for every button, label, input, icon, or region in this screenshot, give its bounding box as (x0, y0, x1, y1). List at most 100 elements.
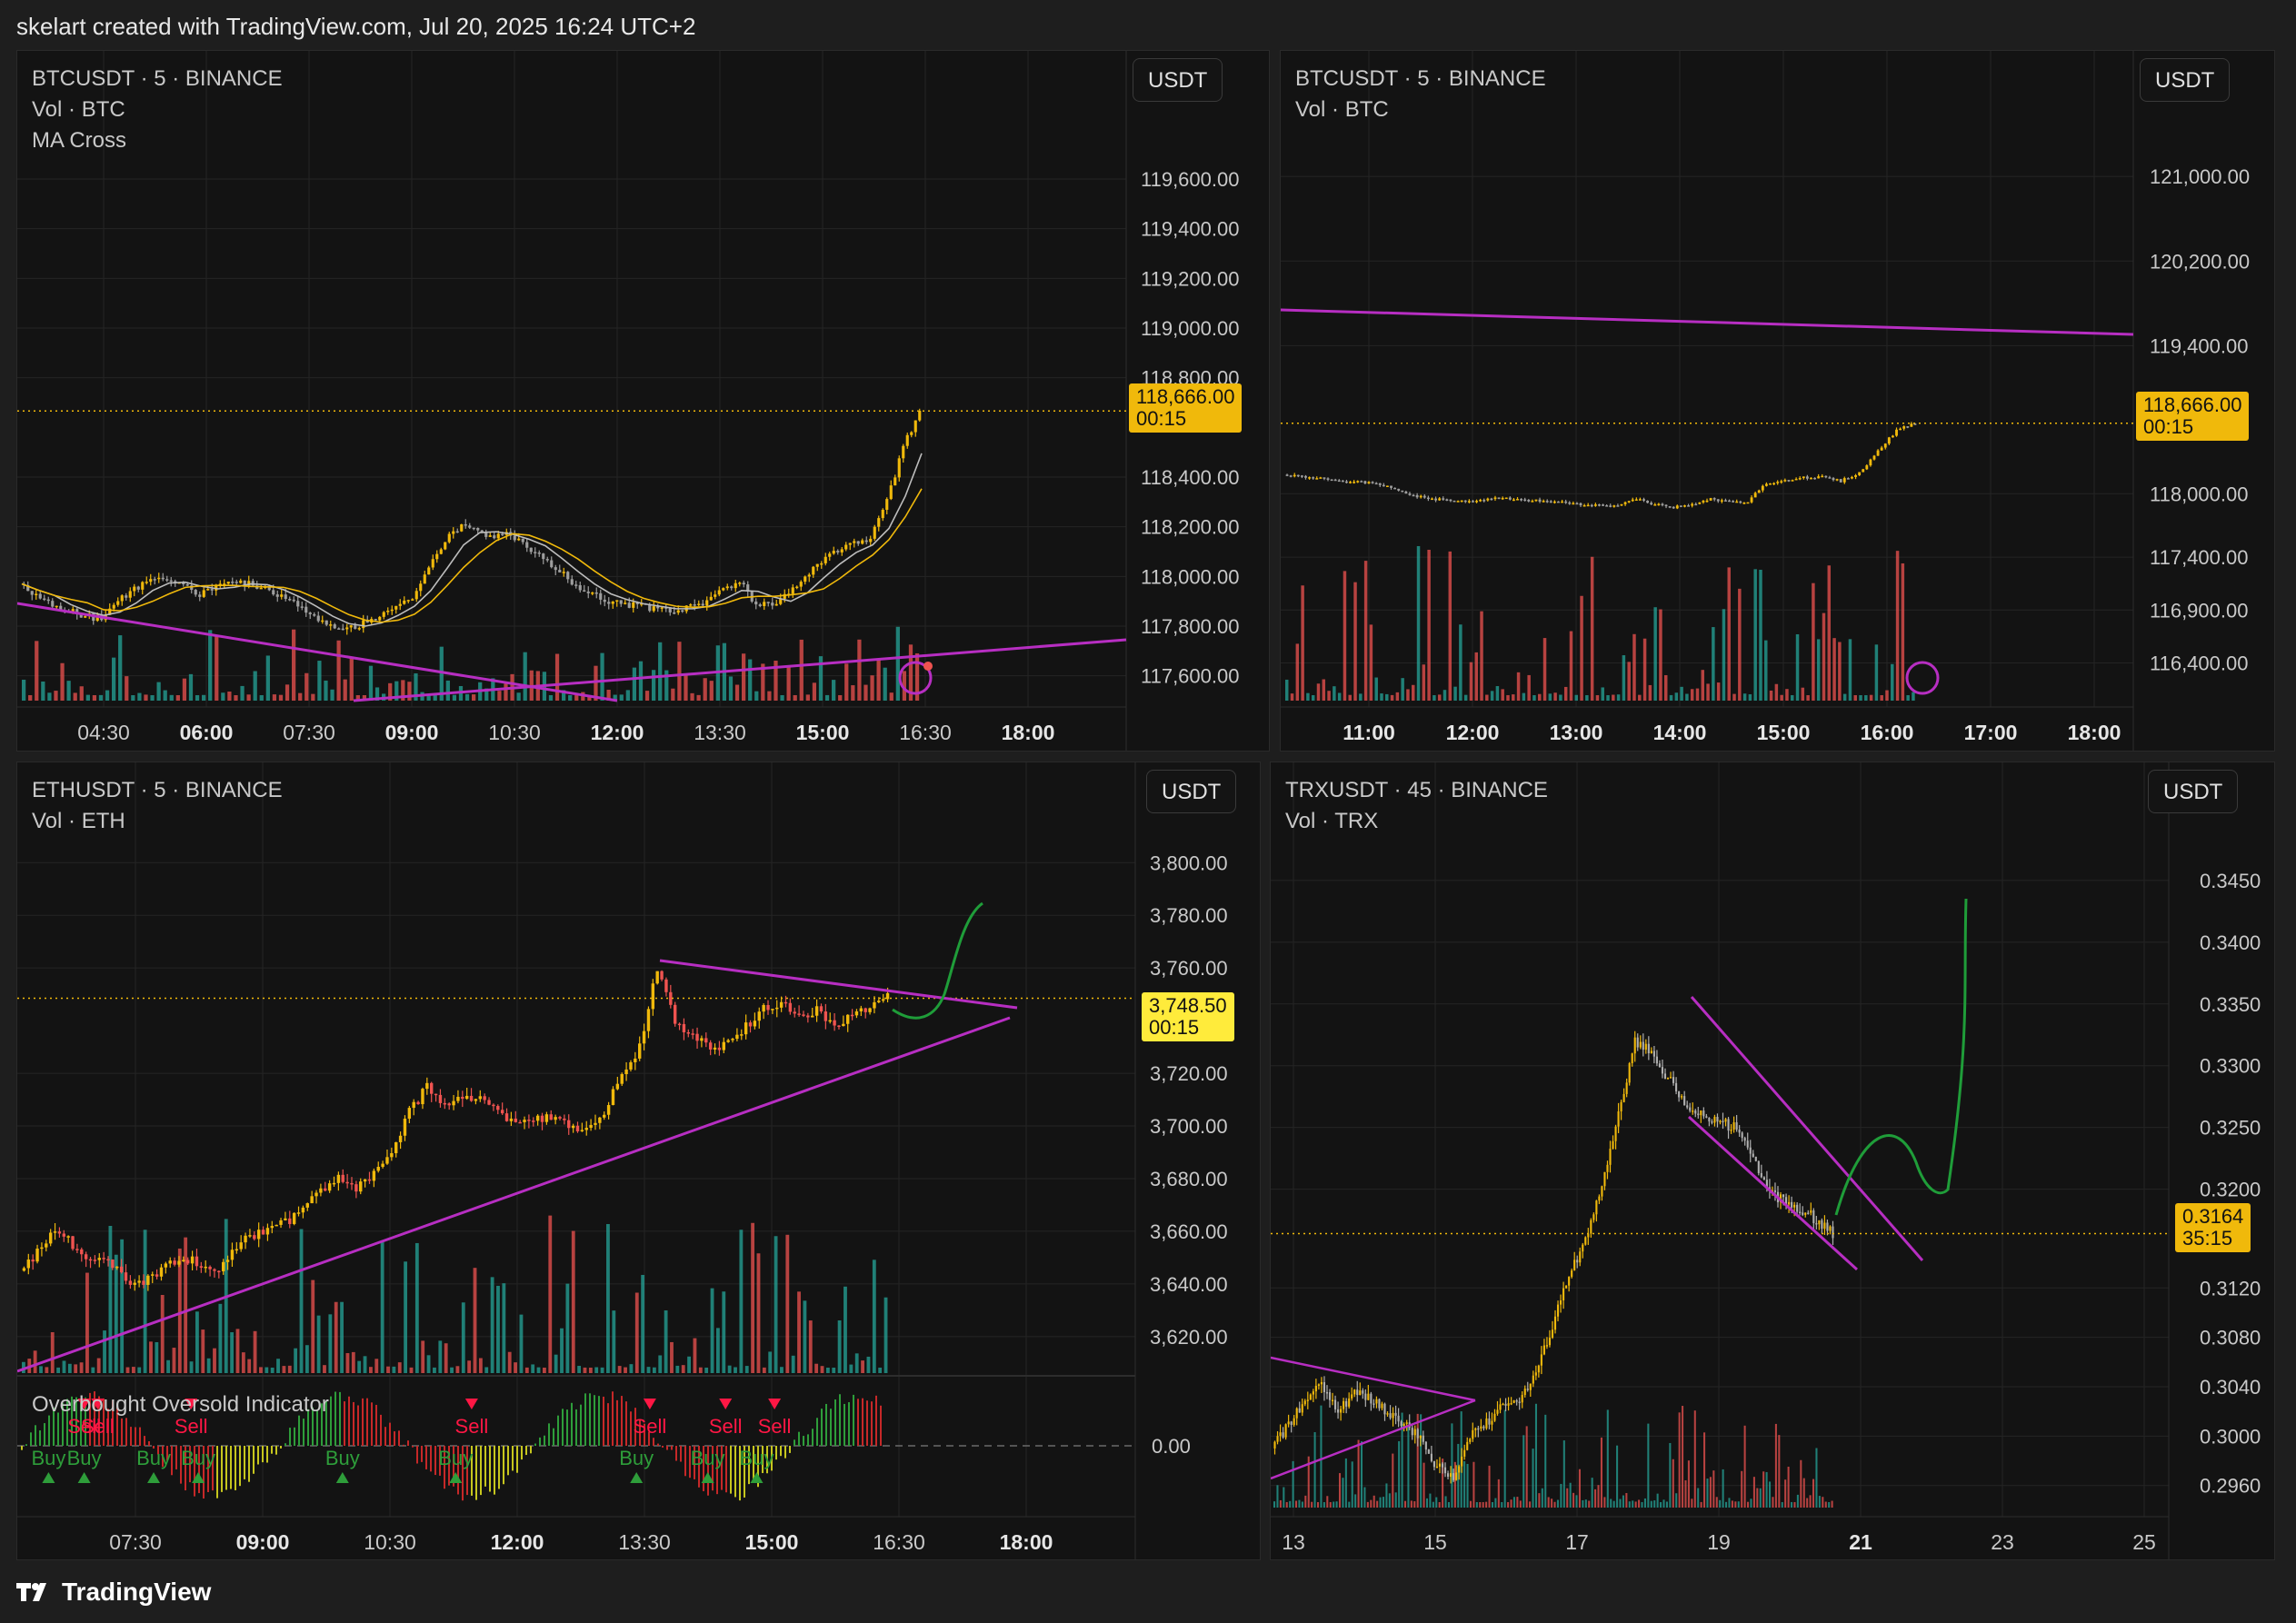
btc1-currency-button[interactable]: USDT (1133, 58, 1223, 102)
candle-body (71, 1236, 75, 1250)
volume-bar (1374, 677, 1378, 701)
trx-45m-chart-panel[interactable]: 0.3450 0.3400 0.3350 0.3300 0.3250 0.3200 0.31… (1270, 762, 2275, 1560)
tradingview-logo[interactable]: TradingView (16, 1578, 211, 1607)
candle-body (1300, 475, 1303, 477)
time-axis-label: 13:30 (694, 721, 746, 744)
volume-bar (1485, 1501, 1488, 1508)
eth-volume-indicator[interactable]: Vol · ETH (32, 806, 283, 837)
candle-body (542, 553, 545, 560)
candle-body (766, 602, 770, 603)
volume-bar (433, 1367, 436, 1373)
candle-body (1415, 494, 1419, 498)
candle-body (1531, 501, 1534, 503)
channel-upper-line (1690, 996, 1924, 1261)
volume-bar (1738, 588, 1742, 701)
candle-body (1754, 1156, 1757, 1161)
trx-volume-indicator[interactable]: Vol · TRX (1285, 806, 1548, 837)
btc-5m-chart-panel-2[interactable]: 121,000.00 120,200.00 119,400.00 118,000.00… (1280, 50, 2275, 752)
btc1-ma-cross-indicator[interactable]: MA Cross (32, 125, 283, 156)
candle-body (38, 593, 42, 599)
volume-bar (1494, 1498, 1497, 1508)
candle-body (1319, 477, 1323, 479)
eth-5m-chart-panel[interactable]: 3,800.00 3,780.00 3,760.00 3,720.00 3,700.00… (16, 762, 1261, 1560)
volume-bar (728, 676, 734, 701)
candle-body (1804, 1212, 1807, 1215)
volume-bar (1413, 1501, 1416, 1508)
volume-bar (1572, 1492, 1575, 1508)
candle-body (1284, 1424, 1287, 1438)
eth-5m-chart[interactable]: 3,800.00 3,780.00 3,760.00 3,720.00 3,700.00… (17, 762, 1260, 1559)
volume-bar (1612, 1500, 1615, 1508)
candle-body (681, 610, 684, 612)
eth-currency-button[interactable]: USDT (1146, 770, 1237, 813)
volume-bar (182, 678, 187, 701)
candle-body (1625, 1082, 1628, 1094)
candle-body (1614, 1126, 1617, 1141)
volume-bar (324, 680, 328, 701)
volume-bar (1712, 627, 1715, 701)
candle-body (332, 1182, 336, 1185)
candle-body (819, 1006, 824, 1012)
candle-body (844, 544, 848, 550)
btc-5m-chart-panel[interactable]: 119,600.00 119,400.00 119,200.00 119,000.00… (16, 50, 1270, 752)
price-axis-label: 3,720.00 (1150, 1062, 1228, 1085)
volume-bar (1906, 694, 1910, 701)
oscillator-title[interactable]: Overbought Oversold Indicator (32, 1389, 329, 1420)
volume-bar (1295, 643, 1300, 701)
candle-body (881, 999, 885, 1001)
candle-body (1732, 501, 1735, 503)
volume-bar (502, 1283, 506, 1373)
volume-bar (131, 1367, 135, 1373)
volume-bar (118, 635, 123, 701)
volume-bar (363, 1356, 367, 1373)
candle-body (128, 1280, 133, 1285)
volume-bar (253, 1330, 257, 1373)
btc2-volume-indicator[interactable]: Vol · BTC (1295, 95, 1546, 125)
volume-bar (1812, 1479, 1815, 1508)
btc-5m-chart-2[interactable]: 121,000.00 120,200.00 119,400.00 118,000.00… (1281, 51, 2274, 751)
candle-body (62, 1233, 65, 1237)
candle-body (1301, 1404, 1303, 1413)
candle-body (517, 538, 521, 541)
btc2-legend: BTCUSDT · 5 · BINANCE Vol · BTC (1295, 64, 1546, 125)
volume-bar (472, 694, 476, 701)
btc1-symbol[interactable]: BTCUSDT · 5 · BINANCE (32, 64, 283, 95)
candle-body (1902, 426, 1906, 429)
volume-bar (1638, 1499, 1641, 1508)
volume-bar (1753, 569, 1757, 701)
candle-body (1620, 1101, 1622, 1111)
volume-bar (1534, 1403, 1537, 1508)
candle-body (646, 1009, 651, 1031)
eth-symbol[interactable]: ETHUSDT · 5 · BINANCE (32, 775, 283, 806)
btc2-currency-button[interactable]: USDT (2140, 58, 2231, 102)
candle-body (1285, 474, 1289, 476)
candle-body (133, 586, 136, 592)
btc1-volume-indicator[interactable]: Vol · BTC (32, 95, 283, 125)
volume-bar (1475, 1501, 1478, 1508)
trx-symbol[interactable]: TRXUSDT · 45 · BINANCE (1285, 775, 1548, 806)
volume-bar (1373, 1495, 1375, 1508)
price-axis-label: 119,600.00 (1141, 168, 1239, 191)
candle-body (1392, 1412, 1394, 1419)
candle-body (354, 625, 357, 629)
candle-body (151, 1274, 155, 1276)
volume-bar (1459, 624, 1462, 701)
candle-body (799, 582, 803, 587)
volume-bar (328, 1314, 333, 1373)
volume-bar (1560, 1483, 1562, 1508)
volume-bar (1566, 1488, 1569, 1508)
volume-bar (1491, 1501, 1494, 1508)
price-axis-label: 0.3450 (2200, 870, 2261, 892)
candle-body (748, 1022, 753, 1027)
candle-body (345, 1181, 349, 1184)
btc2-symbol[interactable]: BTCUSDT · 5 · BINANCE (1295, 64, 1546, 95)
volume-bar (144, 694, 148, 701)
candle-body (398, 1135, 403, 1142)
time-axis-label: 13 (1282, 1530, 1305, 1554)
volume-bar (1585, 694, 1589, 701)
candle-body (1592, 1214, 1595, 1220)
trx-currency-button[interactable]: USDT (2148, 770, 2239, 813)
candle-body (112, 604, 115, 609)
trx-45m-chart[interactable]: 0.34500.34000.33500.33000.32500.32000.31… (1271, 762, 2274, 1559)
candle-body (594, 1122, 597, 1125)
